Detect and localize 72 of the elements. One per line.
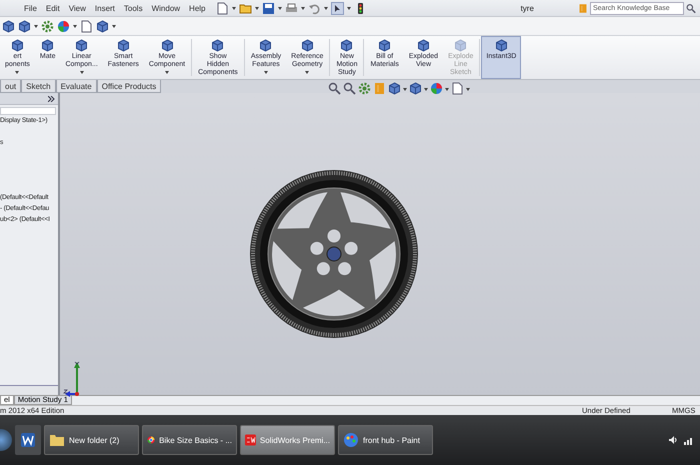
tab[interactable]: Office Products: [96, 80, 162, 93]
caret-icon[interactable]: [254, 7, 258, 10]
cube-icon: [259, 39, 272, 52]
sw-logo-icon: [245, 432, 256, 448]
cube-icon: [378, 39, 392, 52]
palette-icon: [343, 432, 359, 448]
new-document-icon[interactable]: [80, 20, 93, 32]
cube-icon: [211, 39, 224, 52]
taskbar-button[interactable]: SolidWorks Premi...: [240, 425, 335, 455]
save-icon[interactable]: [262, 2, 274, 14]
cube-icon[interactable]: [2, 20, 15, 32]
taskbar-button[interactable]: [15, 425, 41, 455]
book-icon: [578, 2, 588, 14]
cube-icon: [41, 39, 54, 52]
caret-icon[interactable]: [15, 71, 20, 74]
menu-item[interactable]: File: [24, 4, 37, 12]
new-document-icon[interactable]: [216, 2, 228, 14]
caret-icon[interactable]: [403, 88, 407, 90]
window-title: tyre: [520, 4, 535, 12]
gear-icon[interactable]: [41, 20, 54, 32]
filter-field[interactable]: [0, 107, 56, 115]
taskbar-button[interactable]: New folder (2): [44, 425, 139, 455]
menu-item[interactable]: Insert: [94, 4, 115, 12]
caret-icon[interactable]: [264, 71, 268, 74]
tab[interactable]: Sketch: [21, 80, 56, 93]
cube-icon: [116, 39, 130, 52]
cube-icon: [454, 39, 468, 52]
caret-icon[interactable]: [34, 25, 38, 28]
caret-icon[interactable]: [305, 71, 310, 74]
caret-icon[interactable]: [80, 71, 84, 74]
caret-icon[interactable]: [324, 7, 328, 10]
zoom-icon[interactable]: [328, 82, 341, 95]
menu-item[interactable]: Window: [152, 4, 180, 12]
cube-icon[interactable]: [18, 20, 31, 32]
caret-icon[interactable]: [73, 25, 77, 28]
menu-item[interactable]: Edit: [46, 4, 60, 12]
menu-item[interactable]: View: [68, 4, 86, 12]
printer-icon[interactable]: [284, 2, 298, 14]
caret-icon[interactable]: [112, 25, 116, 28]
gear-icon[interactable]: [358, 82, 371, 95]
folder-icon: [49, 432, 65, 448]
cube-icon: [416, 39, 430, 52]
caret-icon[interactable]: [466, 88, 470, 90]
cube-icon[interactable]: [96, 20, 109, 32]
cube-icon: [494, 39, 508, 52]
signal-icon[interactable]: [684, 435, 694, 445]
taskbar-button[interactable]: Bike Size Basics - ...: [142, 425, 237, 455]
tab[interactable]: Evaluate: [56, 80, 97, 93]
globe-icon[interactable]: [430, 82, 443, 95]
cube-icon: [75, 39, 88, 52]
w-icon: [21, 433, 35, 447]
caret-icon[interactable]: [232, 7, 236, 10]
caret-icon[interactable]: [278, 7, 282, 10]
search-icon[interactable]: [686, 2, 696, 14]
caret-icon[interactable]: [445, 88, 449, 90]
caret-icon[interactable]: [346, 7, 350, 10]
folder-icon[interactable]: [238, 2, 252, 14]
cube-icon: [300, 39, 314, 52]
cube-icon: [10, 39, 24, 52]
cube-icon: [340, 39, 354, 52]
caret-icon[interactable]: [300, 7, 304, 10]
tab[interactable]: out: [0, 80, 22, 93]
caret-icon[interactable]: [424, 88, 428, 90]
globe-icon[interactable]: [57, 20, 70, 32]
zoom-icon[interactable]: [343, 82, 356, 95]
menu-item[interactable]: Help: [189, 4, 206, 12]
caret-icon[interactable]: [165, 71, 169, 74]
taskbar-button[interactable]: front hub - Paint: [338, 425, 433, 455]
cube-icon: [160, 39, 174, 52]
expand-icon[interactable]: [48, 96, 55, 102]
menu-item[interactable]: Tools: [124, 4, 143, 12]
speaker-icon[interactable]: [668, 435, 678, 445]
